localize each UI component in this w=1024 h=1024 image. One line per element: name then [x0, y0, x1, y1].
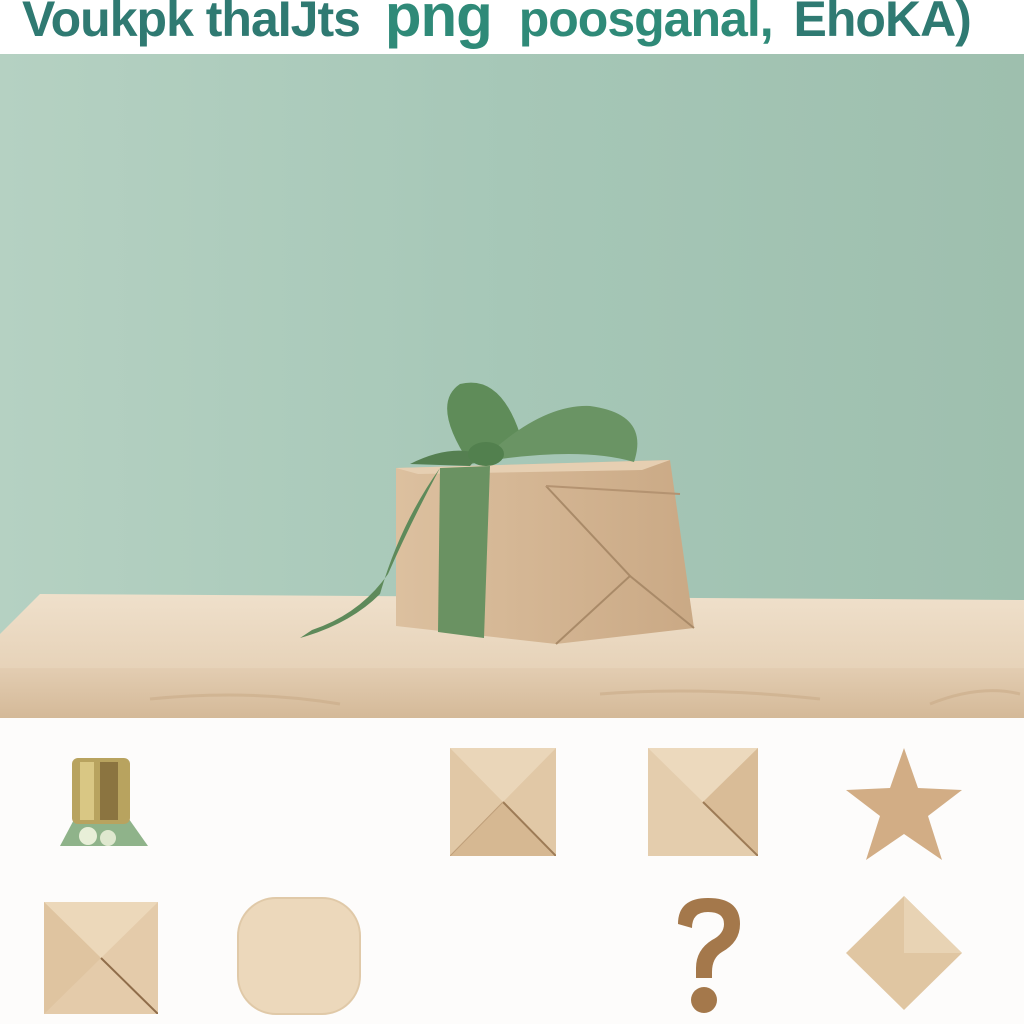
gift-scene-illustration — [0, 54, 1024, 718]
star-icon[interactable] — [846, 748, 962, 862]
title-segment: EhoKA) — [793, 0, 972, 47]
wooden-square-icon[interactable] — [450, 748, 556, 856]
title-segment: Voukpk thaIJts — [22, 0, 361, 47]
header-title: Voukpk thaIJts png poosganal, EhoKA) — [0, 0, 1024, 51]
header-banner: Voukpk thaIJts png poosganal, EhoKA) — [0, 0, 1024, 54]
table-edge — [0, 668, 1024, 718]
wooden-square-icon[interactable] — [44, 902, 158, 1014]
tile-grid — [0, 718, 1024, 1024]
gift-photo — [0, 54, 1024, 718]
diamond-icon[interactable] — [846, 896, 962, 1010]
question-mark-icon[interactable] — [670, 894, 744, 1014]
wooden-square-icon[interactable] — [648, 748, 758, 856]
title-segment: png — [384, 0, 493, 49]
bell-icon[interactable] — [50, 756, 152, 848]
title-segment: poosganal, — [518, 0, 774, 47]
rounded-square-icon[interactable] — [236, 896, 362, 1016]
